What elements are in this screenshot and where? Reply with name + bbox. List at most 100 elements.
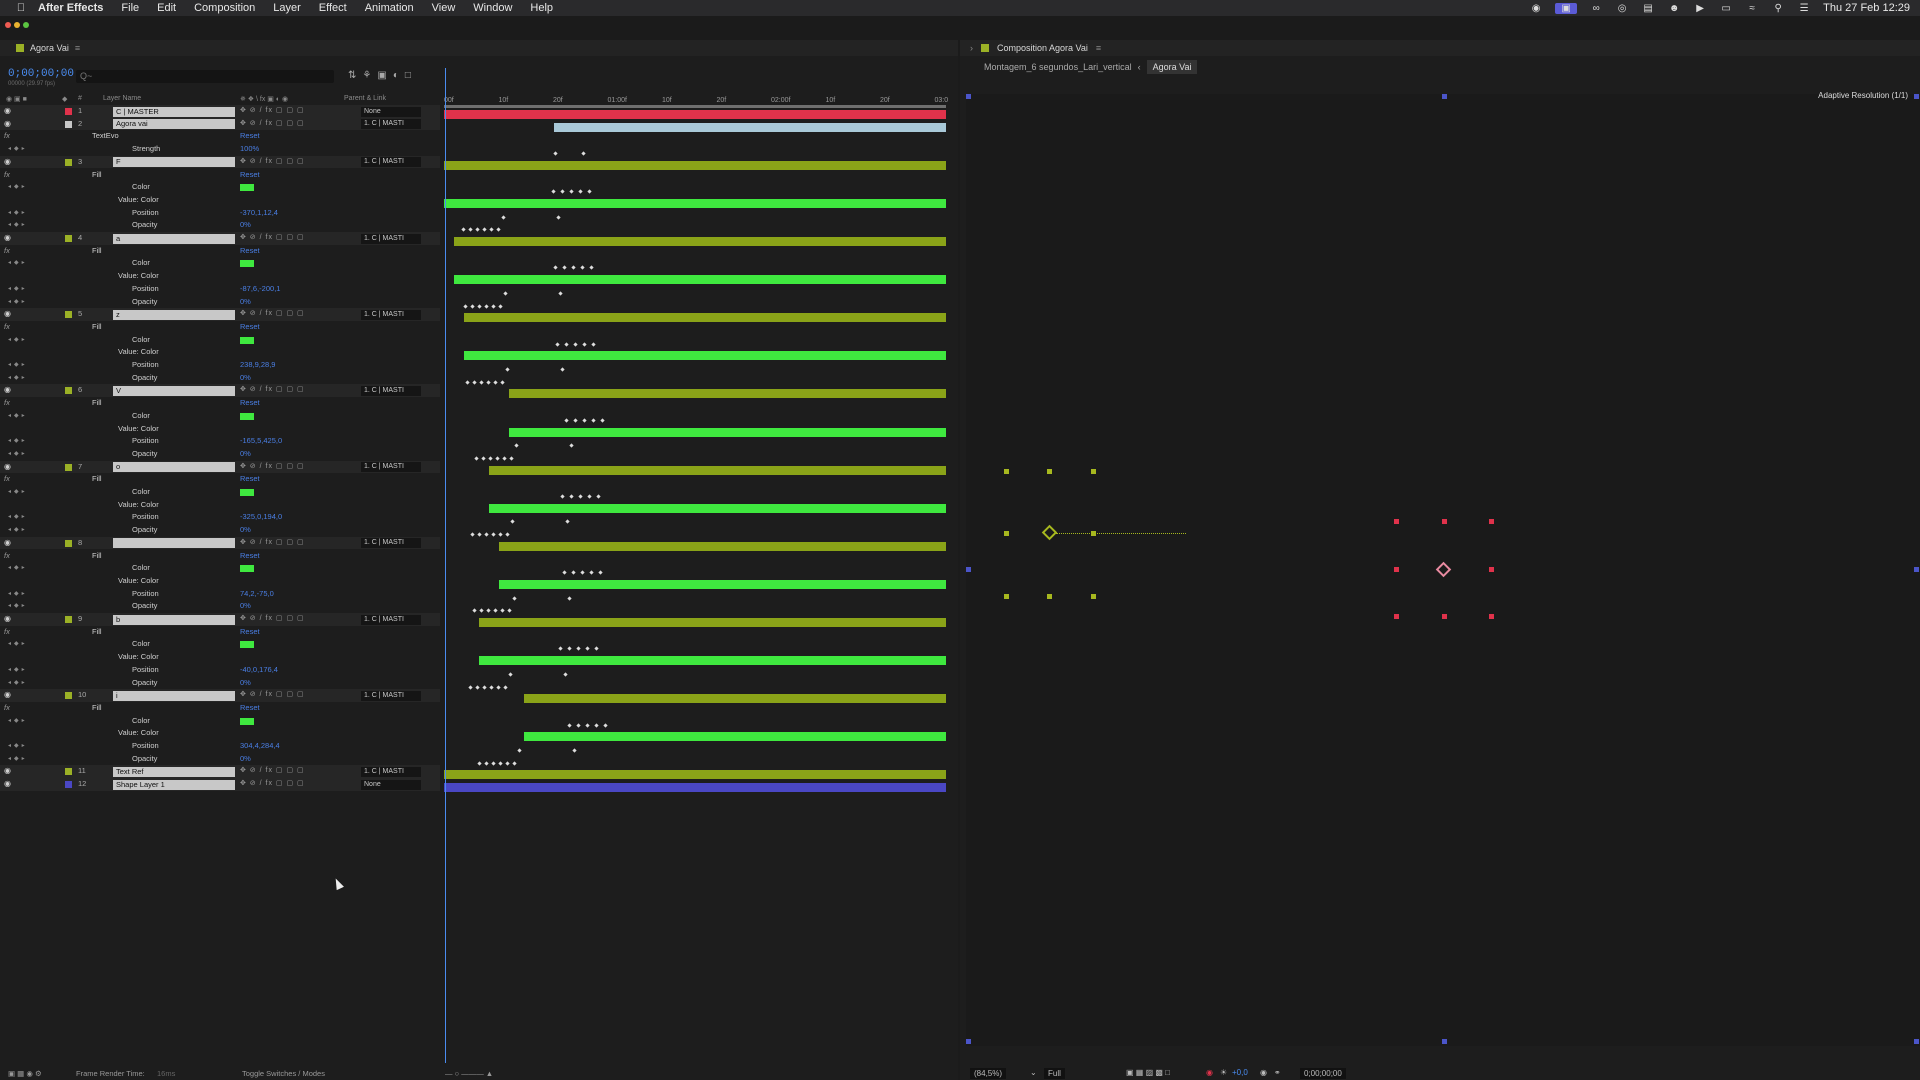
reset-button[interactable]: Reset [240,473,260,486]
keyframe-nav-icon[interactable]: ◂◆▸ [8,410,28,423]
lock-icon[interactable]: › [970,43,973,53]
keyframe-nav-icon[interactable]: ◂◆▸ [8,600,28,613]
keyframe[interactable] [571,570,576,575]
keyframe[interactable] [498,303,503,309]
keyframe[interactable] [560,189,565,194]
keyframe[interactable] [503,291,508,296]
property-value[interactable]: 0% [240,677,251,690]
effect-row[interactable]: fx Fill Reset [0,245,440,258]
keyframe[interactable] [495,456,500,461]
keyframe[interactable] [567,722,572,728]
color-swatch[interactable] [240,641,254,649]
property-value[interactable]: 0% [240,753,251,766]
keyframe[interactable] [468,684,473,690]
keyframe-nav-icon[interactable]: ◂◆▸ [8,334,28,347]
reset-button[interactable]: Reset [240,321,260,334]
keyframe[interactable] [475,684,480,690]
keyframe[interactable] [587,189,592,194]
property-row[interactable]: ◂◆▸ Strength 100% [0,143,440,156]
property-value[interactable]: -40,0,176,4 [240,664,278,677]
close-button[interactable] [5,22,11,28]
menu-view[interactable]: View [432,2,456,14]
keyframe[interactable] [514,443,519,448]
color-swatch[interactable] [240,336,254,344]
keyframe[interactable] [578,189,583,194]
value-color-graph[interactable] [444,198,946,208]
layer-name[interactable]: V [113,385,235,396]
control-center-icon[interactable]: ☰ [1797,3,1811,14]
menu-window[interactable]: Window [473,2,512,14]
property-value[interactable]: -165,5,425,0 [240,435,282,448]
eye-icon[interactable]: ◉ [4,308,11,321]
parent-dropdown[interactable]: None [361,106,421,117]
keyframe-nav-icon[interactable]: ◂◆▸ [8,562,28,575]
keyframe[interactable] [470,532,475,537]
keyframe-nav-icon[interactable]: ◂◆▸ [8,588,28,601]
label-color-swatch[interactable] [65,463,72,471]
layer-duration-bar[interactable] [444,160,946,170]
keyframe[interactable] [477,303,482,309]
property-row[interactable]: ◂◆▸ Position 74,2,-75,0 [0,588,440,601]
keyframe[interactable] [509,456,514,461]
keyframe[interactable] [565,519,570,525]
keyframe[interactable] [569,443,574,448]
value-color-graph[interactable] [454,275,946,285]
layer-row[interactable]: ◉ 9 b ✥ ⊘ / fx ▢ ▢ ▢ 1. C | MASTI [0,613,440,626]
layer-bound-handle[interactable] [1091,594,1096,599]
menu-layer[interactable]: Layer [273,2,301,14]
keyframe[interactable] [500,608,505,613]
keyframe-nav-icon[interactable]: ◂◆▸ [8,143,28,156]
keyframe[interactable] [505,761,510,766]
layer-bound-handle[interactable] [1047,469,1052,474]
parent-dropdown[interactable]: 1. C | MASTI [361,766,421,777]
eye-icon[interactable]: ◉ [4,384,11,397]
motion-blur-icon[interactable]: ◐ [393,70,399,81]
comp-bound-handle[interactable] [1914,567,1919,572]
keyframe[interactable] [582,418,587,423]
keyframe[interactable] [491,761,496,766]
keyframe[interactable] [560,367,565,372]
status-icons[interactable]: ▣ ▦ ◉ ⚙ [8,1069,42,1078]
eye-icon[interactable]: ◉ [4,461,11,474]
battery-icon[interactable]: ▭ [1719,3,1733,14]
property-value[interactable]: 74,2,-75,0 [240,588,274,601]
layer-duration-bar[interactable] [554,122,946,132]
zoom-button[interactable] [23,22,29,28]
layer-bound-handle[interactable] [1489,567,1494,572]
keyframe[interactable] [477,532,482,537]
keyframe[interactable] [591,418,596,423]
keyframe[interactable] [591,341,596,347]
zoom-dropdown[interactable]: (84,5%) [970,1068,1007,1079]
layer-bound-handle[interactable] [1394,519,1399,524]
camera-icon[interactable]: ◉ [1260,1068,1267,1077]
layer-duration-bar[interactable] [444,770,946,780]
reset-button[interactable]: Reset [240,130,260,143]
keyframe[interactable] [572,748,577,753]
property-row[interactable]: ◂◆▸ Opacity 0% [0,677,440,690]
keyframe[interactable] [505,532,510,537]
property-row[interactable]: ◂◆▸ Opacity 0% [0,372,440,385]
property-value[interactable]: -87,6,-200,1 [240,283,280,296]
exposure-value[interactable]: +0,0 [1232,1068,1248,1077]
keyframe[interactable] [496,684,501,690]
parent-dropdown[interactable]: 1. C | MASTI [361,538,421,549]
keyframe[interactable] [553,265,558,271]
keyframe[interactable] [558,646,563,652]
layer-name[interactable]: Agora vai [113,119,235,130]
keyframe[interactable] [510,519,515,525]
parent-dropdown[interactable]: 1. C | MASTI [361,309,421,320]
menu-help[interactable]: Help [530,2,553,14]
keyframe[interactable] [560,494,565,499]
keyframe[interactable] [562,570,567,575]
keyframe[interactable] [470,303,475,309]
keyframe-nav-icon[interactable]: ◂◆▸ [8,207,28,220]
keyframe[interactable] [491,532,496,537]
reset-button[interactable]: Reset [240,245,260,258]
keyframe[interactable] [501,214,506,220]
label-color-swatch[interactable] [65,387,72,395]
label-color-swatch[interactable] [65,692,72,700]
layer-duration-bar[interactable] [524,694,946,704]
keyframe[interactable] [564,418,569,423]
keyframe-nav-icon[interactable]: ◂◆▸ [8,524,28,537]
toggle-switches-button[interactable]: Toggle Switches / Modes [242,1069,325,1078]
